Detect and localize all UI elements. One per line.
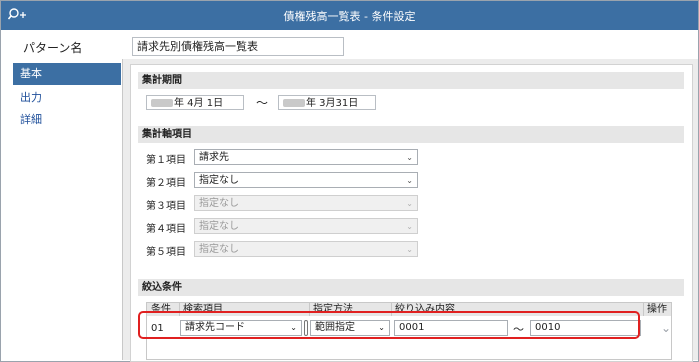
title-bar: 債権残高一覧表 - 条件設定 <box>1 1 698 30</box>
axes-heading: 集計軸項目 <box>138 126 684 143</box>
axis-5-value: 指定なし <box>199 244 239 255</box>
period-from-input[interactable]: 年 4月 1日 <box>146 95 244 110</box>
pattern-name-label: パターン名 <box>23 41 83 55</box>
axis-3-value: 指定なし <box>199 198 239 209</box>
axis-2-select[interactable]: 指定なし ⌄ <box>194 172 418 188</box>
chevron-down-icon: ⌄ <box>406 176 413 185</box>
axis-2-value: 指定なし <box>199 175 239 186</box>
axis-4-select: 指定なし ⌄ <box>194 218 418 234</box>
chevron-down-icon: ⌄ <box>406 199 413 208</box>
window-title: 債権残高一覧表 - 条件設定 <box>283 10 416 23</box>
sidebar: 基本 出力 詳細 <box>13 62 121 360</box>
axis-5-select: 指定なし ⌄ <box>194 241 418 257</box>
chevron-down-icon[interactable]: ⌄ <box>661 321 671 335</box>
period-heading: 集計期間 <box>138 72 684 89</box>
sidebar-item-basic[interactable]: 基本 <box>13 63 121 85</box>
axis-5-label: 第５項目 <box>146 247 186 258</box>
axis-1-label: 第１項目 <box>146 155 186 166</box>
col-op-header: 操作 <box>647 304 667 315</box>
period-to-text: 年 3月31日 <box>306 98 359 109</box>
chevron-down-icon: ⌄ <box>406 245 413 254</box>
axis-1-value: 請求先 <box>199 152 229 163</box>
axis-3-select: 指定なし ⌄ <box>194 195 418 211</box>
filter-heading: 絞込条件 <box>138 279 684 296</box>
chevron-down-icon: ⌄ <box>406 153 413 162</box>
chevron-down-icon: ⌄ <box>406 222 413 231</box>
column-divider <box>643 303 644 316</box>
axis-4-value: 指定なし <box>199 221 239 232</box>
axis-2-label: 第２項目 <box>146 178 186 189</box>
period-from-text: 年 4月 1日 <box>174 98 224 109</box>
pattern-name-row: パターン名 請求先別債権残高一覧表 <box>1 30 698 62</box>
axis-1-select[interactable]: 請求先 ⌄ <box>194 149 418 165</box>
redacted-year <box>283 99 305 107</box>
axis-3-label: 第３項目 <box>146 201 186 212</box>
highlight-annotation <box>138 311 640 339</box>
period-tilde: ～ <box>256 96 269 110</box>
pattern-name-input[interactable]: 請求先別債権残高一覧表 <box>132 37 344 56</box>
redacted-year <box>151 99 173 107</box>
sidebar-item-output[interactable]: 出力 <box>13 87 121 109</box>
period-to-input[interactable]: 年 3月31日 <box>278 95 376 110</box>
axis-4-label: 第４項目 <box>146 224 186 235</box>
sidebar-item-detail[interactable]: 詳細 <box>13 109 121 131</box>
